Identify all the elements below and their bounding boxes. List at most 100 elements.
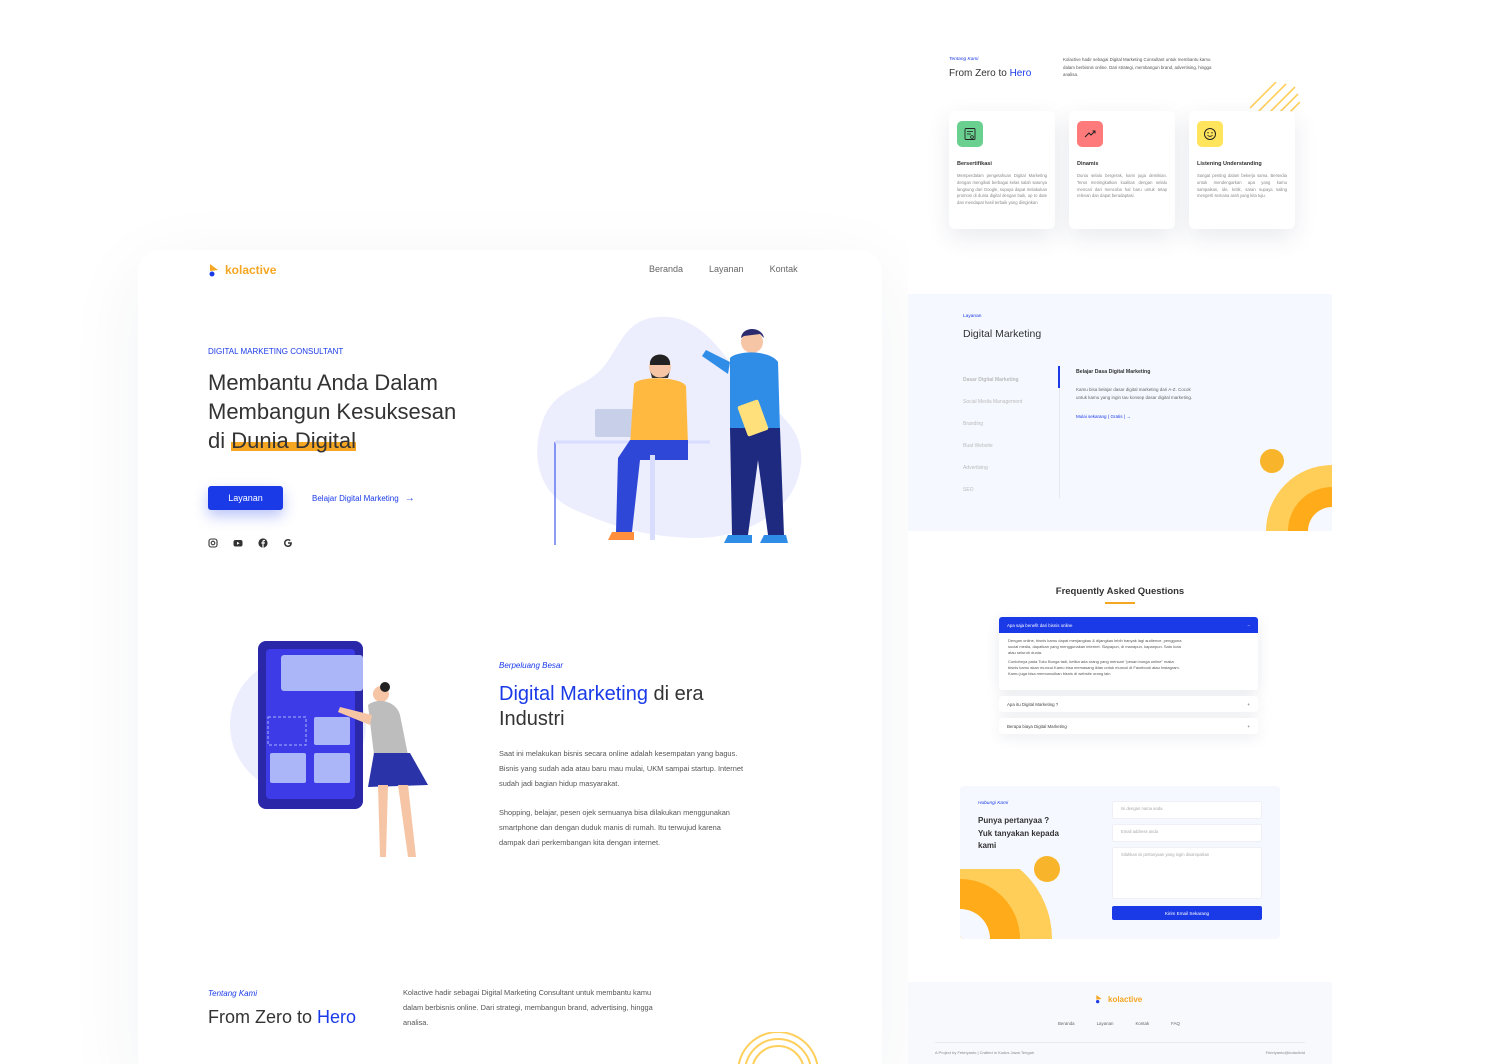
nav-kontak[interactable]: Kontak (770, 264, 798, 274)
faq-question-label: Apa itu Digital Marketing ? (1007, 701, 1059, 707)
logo-icon (1096, 995, 1102, 1004)
minus-icon: − (1247, 622, 1250, 628)
footer-divider (935, 1042, 1305, 1043)
feature-card: Dinamis Dunia selalu bergerak, kami juga… (1069, 111, 1175, 229)
footer-link[interactable]: FAQ (1171, 1021, 1180, 1026)
services-eyebrow: Layanan (963, 314, 982, 319)
service-item[interactable]: SEO (963, 487, 1058, 509)
para1-line: sudah jadi bagian hidup masyarakat. (499, 779, 620, 788)
brand-logo[interactable]: kolactive (208, 263, 276, 277)
hero-line-3-prefix: di (208, 428, 232, 453)
stripes-decoration (737, 1032, 819, 1064)
email-field[interactable]: Email address anda (1112, 824, 1262, 842)
about-mini-text: Kolactive hadir sebagai Digital Marketin… (1063, 56, 1238, 79)
service-item[interactable]: Social Media Management (963, 399, 1058, 421)
google-icon[interactable] (283, 538, 293, 548)
service-item[interactable]: Buat Website (963, 443, 1058, 465)
active-indicator (1058, 366, 1060, 388)
contact-title: Punya pertanyaa ? Yuk tanyakan kepada ka… (978, 815, 1059, 853)
plus-icon: + (1247, 723, 1250, 729)
about-mini-title: From Zero to Hero (949, 68, 1031, 79)
arrow-right-icon: → (404, 493, 415, 504)
facebook-icon[interactable] (258, 538, 268, 548)
opportunity-title-rest2: Industri (499, 708, 565, 730)
faq-item[interactable]: Apa itu Digital Marketing ? + (999, 696, 1258, 712)
para2-line: Shopping, belajar, pesen ojek semuanya b… (499, 808, 730, 817)
nav-layanan[interactable]: Layanan (709, 264, 744, 274)
message-field[interactable]: Silahkan isi pertanyaan yang ingin disam… (1112, 847, 1262, 899)
about-eyebrow: Tentang Kami (208, 989, 258, 998)
trend-up-icon (1077, 121, 1103, 147)
youtube-icon[interactable] (233, 538, 243, 548)
opportunity-paragraph-2: Shopping, belajar, pesen ojek semuanya b… (499, 805, 799, 850)
send-email-button[interactable]: Kirim Email Sekarang (1112, 906, 1262, 920)
name-field[interactable]: Isi dengan nama anda (1112, 801, 1262, 819)
feature-title: Dinamis (1077, 161, 1099, 167)
about-text-line: analisa. (403, 1018, 429, 1027)
hero-illustration (537, 316, 802, 545)
layanan-button[interactable]: Layanan (208, 486, 283, 510)
faq-answer: Dengan online, bisnis kamu dapat menjang… (999, 633, 1258, 682)
faq-item[interactable]: Berapa biaya Digital Marketing + (999, 718, 1258, 734)
about-mini-eyebrow: Tentang Kami (949, 57, 979, 62)
feature-title: Listening Understanding (1197, 161, 1262, 167)
about-title-highlight: Hero (317, 1007, 357, 1027)
opportunity-eyebrow: Berpeluang Besar (499, 661, 564, 670)
plus-icon: + (1247, 701, 1250, 707)
about-title-prefix: From Zero to (208, 1007, 318, 1027)
hero-highlight: Dunia Digital (231, 428, 356, 453)
feature-text: Dunia selalu bergerak, kami juga demikia… (1077, 173, 1167, 199)
instagram-icon[interactable] (208, 538, 218, 548)
footer-link[interactable]: Kontak (1135, 1021, 1149, 1026)
feature-text: Memperdalam pengetahuan Digital Marketin… (957, 173, 1047, 206)
service-detail-line: untuk kamu yang ingin tau konsep dasar d… (1076, 395, 1193, 400)
footer-logo[interactable]: kolactive (1095, 994, 1142, 1004)
about-mini-title-highlight: Hero (1009, 68, 1032, 79)
footer-nav: Beranda Layanan Kontak FAQ (1058, 1021, 1180, 1026)
services-menu: Dasar Digital Marketing Social Media Man… (963, 377, 1058, 509)
footer-credit: A Project by Febriyanto | Crafted in Kud… (935, 1050, 1035, 1055)
about-title: From Zero to Hero (208, 1007, 356, 1028)
logo-icon (209, 264, 218, 277)
learn-link-label: Belajar Digital Marketing (312, 494, 399, 503)
services-section: Layanan Digital Marketing Dasar Digital … (908, 294, 1332, 531)
service-detail-text: Kamu bisa belajar dasar digital marketin… (1076, 386, 1192, 402)
contact-section: Hubungi Kami Punya pertanyaa ? Yuk tanya… (960, 786, 1280, 939)
social-links (208, 538, 293, 548)
arrow-right-icon: → (1126, 414, 1132, 419)
hero-line-1: Membantu Anda Dalam (208, 370, 438, 395)
faq-item-open: Apa saja benefit dari bisnis online − Den… (999, 617, 1258, 690)
footer: kolactive Beranda Layanan Kontak FAQ A P… (908, 982, 1332, 1064)
brand-name: kolactive (225, 263, 277, 277)
contact-eyebrow: Hubungi Kami (978, 801, 1009, 806)
footer-link[interactable]: Beranda (1058, 1021, 1075, 1026)
footer-brand-name: kolactive (1108, 994, 1143, 1004)
feature-card: Bersertifikasi Memperdalam pengetahuan D… (949, 111, 1055, 229)
service-item-active[interactable]: Dasar Digital Marketing (963, 377, 1058, 399)
nav-beranda[interactable]: Beranda (649, 264, 683, 274)
faq-answer-line: Kamu juga bisa memunculkan bisnis di web… (1008, 670, 1111, 676)
faq-question-label: Berapa biaya Digital Marketing (1007, 723, 1067, 729)
para1-line: Saat ini melakukan bisnis secara online … (499, 749, 738, 758)
about-text-line: dalam berbisnis online. Dari strategi, m… (403, 1003, 653, 1012)
service-item[interactable]: Advertising (963, 465, 1058, 487)
hero-eyebrow: DIGITAL MARKETING CONSULTANT (208, 347, 344, 356)
landing-page-preview: kolactive Beranda Layanan Kontak DIGITAL… (138, 250, 882, 1064)
tablet-illustration (230, 641, 428, 857)
page-sections-preview: Tentang Kami From Zero to Hero Kolactive… (908, 0, 1332, 1064)
smile-icon (1197, 121, 1223, 147)
services-title: Digital Marketing (963, 328, 1042, 340)
footer-link[interactable]: Layanan (1097, 1021, 1114, 1026)
para2-line: dampak dari perkembangan kita dengan int… (499, 838, 661, 847)
main-nav: Beranda Layanan Kontak (649, 264, 798, 274)
faq-question-open[interactable]: Apa saja benefit dari bisnis online − (999, 617, 1258, 633)
learn-link[interactable]: Belajar Digital Marketing → (312, 493, 415, 504)
footer-email: Febriyanto@kolactivid (1265, 1050, 1305, 1055)
contact-title-line: Punya pertanyaa ? (978, 816, 1050, 825)
faq-question-label: Apa saja benefit dari bisnis online (1007, 622, 1073, 628)
service-detail-link[interactable]: Mulai sekarang ( Gratis ) → (1076, 414, 1131, 419)
feature-text: Sangat penting dalam bekerja sama. Berse… (1197, 173, 1287, 199)
service-detail-title: Belajar Dasa Digital Marketing (1076, 369, 1151, 375)
opportunity-paragraph-1: Saat ini melakukan bisnis secara online … (499, 746, 799, 791)
service-item[interactable]: Branding (963, 421, 1058, 443)
